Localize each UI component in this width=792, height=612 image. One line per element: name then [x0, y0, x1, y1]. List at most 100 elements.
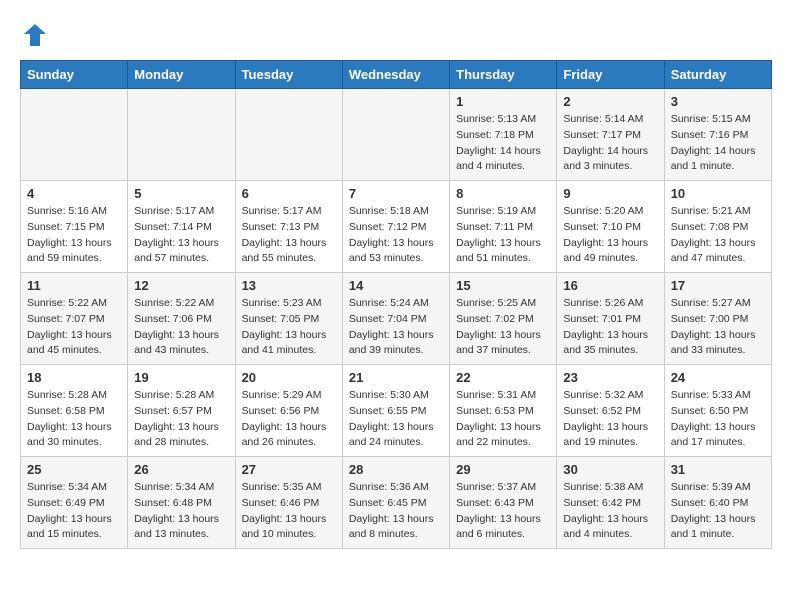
- calendar-cell: 17 Sunrise: 5:27 AM Sunset: 7:00 PM Dayli…: [664, 273, 771, 365]
- day-info: Sunrise: 5:29 AM Sunset: 6:56 PM Dayligh…: [242, 388, 336, 451]
- day-info: Sunrise: 5:32 AM Sunset: 6:52 PM Dayligh…: [563, 388, 657, 451]
- calendar-cell: 6Sunrise: 5:17 AM Sunset: 7:13 PM Daylig…: [235, 181, 342, 273]
- day-info: Sunrise: 5:22 AM Sunset: 7:06 PM Dayligh…: [134, 296, 228, 359]
- calendar-cell: 30 Sunrise: 5:38 AM Sunset: 6:42 PM Dayli…: [557, 457, 664, 549]
- page-header: [20, 20, 772, 50]
- calendar-cell: [128, 89, 235, 181]
- calendar-cell: [235, 89, 342, 181]
- day-number: 4: [27, 186, 121, 201]
- day-info: Sunrise: 5:19 AM Sunset: 7:11 PM Dayligh…: [456, 204, 550, 267]
- day-number: 12: [134, 278, 228, 293]
- calendar-cell: 5 Sunrise: 5:17 AM Sunset: 7:14 PM Daylig…: [128, 181, 235, 273]
- calendar-cell: 4 Sunrise: 5:16 AM Sunset: 7:15 PM Daylig…: [21, 181, 128, 273]
- day-number: 31: [671, 462, 765, 477]
- day-number: 18: [27, 370, 121, 385]
- day-info: Sunrise: 5:25 AM Sunset: 7:02 PM Dayligh…: [456, 296, 550, 359]
- day-info: Sunrise: 5:20 AM Sunset: 7:10 PM Dayligh…: [563, 204, 657, 267]
- header-thursday: Thursday: [450, 61, 557, 89]
- day-number: 29: [456, 462, 550, 477]
- day-number: 17: [671, 278, 765, 293]
- day-number: 22: [456, 370, 550, 385]
- day-number: 2: [563, 94, 657, 109]
- day-info: Sunrise: 5:31 AM Sunset: 6:53 PM Dayligh…: [456, 388, 550, 451]
- day-number: 6: [242, 186, 336, 201]
- day-number: 1: [456, 94, 550, 109]
- calendar-cell: 26 Sunrise: 5:34 AM Sunset: 6:48 PM Dayli…: [128, 457, 235, 549]
- header-saturday: Saturday: [664, 61, 771, 89]
- calendar-cell: 10 Sunrise: 5:21 AM Sunset: 7:08 PM Dayli…: [664, 181, 771, 273]
- day-number: 21: [349, 370, 443, 385]
- day-info: Sunrise: 5:33 AM Sunset: 6:50 PM Dayligh…: [671, 388, 765, 451]
- day-number: 7: [349, 186, 443, 201]
- day-info: Sunrise: 5:17 AM Sunset: 7:14 PM Dayligh…: [134, 204, 228, 267]
- day-number: 14: [349, 278, 443, 293]
- calendar-cell: 11 Sunrise: 5:22 AM Sunset: 7:07 PM Dayli…: [21, 273, 128, 365]
- day-number: 26: [134, 462, 228, 477]
- day-info: Sunrise: 5:24 AM Sunset: 7:04 PM Dayligh…: [349, 296, 443, 359]
- day-number: 16: [563, 278, 657, 293]
- day-info: Sunrise: 5:37 AM Sunset: 6:43 PM Dayligh…: [456, 480, 550, 543]
- calendar-cell: 16Sunrise: 5:26 AM Sunset: 7:01 PM Dayli…: [557, 273, 664, 365]
- calendar-cell: [342, 89, 449, 181]
- day-number: 28: [349, 462, 443, 477]
- calendar-cell: 20 Sunrise: 5:29 AM Sunset: 6:56 PM Dayli…: [235, 365, 342, 457]
- day-info: Sunrise: 5:35 AM Sunset: 6:46 PM Dayligh…: [242, 480, 336, 543]
- day-info: Sunrise: 5:23 AM Sunset: 7:05 PM Dayligh…: [242, 296, 336, 359]
- calendar-cell: 27Sunrise: 5:35 AM Sunset: 6:46 PM Dayli…: [235, 457, 342, 549]
- day-info: Sunrise: 5:36 AM Sunset: 6:45 PM Dayligh…: [349, 480, 443, 543]
- day-info: Sunrise: 5:34 AM Sunset: 6:48 PM Dayligh…: [134, 480, 228, 543]
- day-info: Sunrise: 5:16 AM Sunset: 7:15 PM Dayligh…: [27, 204, 121, 267]
- header-friday: Friday: [557, 61, 664, 89]
- day-info: Sunrise: 5:30 AM Sunset: 6:55 PM Dayligh…: [349, 388, 443, 451]
- day-number: 3: [671, 94, 765, 109]
- calendar-cell: 1Sunrise: 5:13 AM Sunset: 7:18 PM Daylig…: [450, 89, 557, 181]
- day-number: 19: [134, 370, 228, 385]
- day-number: 23: [563, 370, 657, 385]
- day-info: Sunrise: 5:22 AM Sunset: 7:07 PM Dayligh…: [27, 296, 121, 359]
- calendar-cell: 8 Sunrise: 5:19 AM Sunset: 7:11 PM Daylig…: [450, 181, 557, 273]
- calendar-cell: 9 Sunrise: 5:20 AM Sunset: 7:10 PM Daylig…: [557, 181, 664, 273]
- day-number: 8: [456, 186, 550, 201]
- calendar-cell: 25 Sunrise: 5:34 AM Sunset: 6:49 PM Dayli…: [21, 457, 128, 549]
- day-number: 13: [242, 278, 336, 293]
- logo-icon: [20, 20, 50, 50]
- day-number: 20: [242, 370, 336, 385]
- calendar-header-row: SundayMondayTuesdayWednesdayThursdayFrid…: [21, 61, 772, 89]
- day-number: 5: [134, 186, 228, 201]
- calendar-cell: 31Sunrise: 5:39 AM Sunset: 6:40 PM Dayli…: [664, 457, 771, 549]
- day-number: 15: [456, 278, 550, 293]
- day-number: 24: [671, 370, 765, 385]
- calendar-cell: 18 Sunrise: 5:28 AM Sunset: 6:58 PM Dayli…: [21, 365, 128, 457]
- week-row-2: 4 Sunrise: 5:16 AM Sunset: 7:15 PM Daylig…: [21, 181, 772, 273]
- calendar-cell: 7 Sunrise: 5:18 AM Sunset: 7:12 PM Daylig…: [342, 181, 449, 273]
- day-info: Sunrise: 5:15 AM Sunset: 7:16 PM Dayligh…: [671, 112, 765, 175]
- day-number: 9: [563, 186, 657, 201]
- day-info: Sunrise: 5:38 AM Sunset: 6:42 PM Dayligh…: [563, 480, 657, 543]
- day-number: 11: [27, 278, 121, 293]
- day-info: Sunrise: 5:28 AM Sunset: 6:57 PM Dayligh…: [134, 388, 228, 451]
- calendar-cell: 2Sunrise: 5:14 AM Sunset: 7:17 PM Daylig…: [557, 89, 664, 181]
- calendar-cell: 15 Sunrise: 5:25 AM Sunset: 7:02 PM Dayli…: [450, 273, 557, 365]
- day-number: 25: [27, 462, 121, 477]
- header-sunday: Sunday: [21, 61, 128, 89]
- calendar-cell: 3 Sunrise: 5:15 AM Sunset: 7:16 PM Daylig…: [664, 89, 771, 181]
- week-row-1: 1Sunrise: 5:13 AM Sunset: 7:18 PM Daylig…: [21, 89, 772, 181]
- calendar-cell: 19 Sunrise: 5:28 AM Sunset: 6:57 PM Dayli…: [128, 365, 235, 457]
- week-row-4: 18 Sunrise: 5:28 AM Sunset: 6:58 PM Dayli…: [21, 365, 772, 457]
- calendar-cell: 12 Sunrise: 5:22 AM Sunset: 7:06 PM Dayli…: [128, 273, 235, 365]
- calendar-cell: 14 Sunrise: 5:24 AM Sunset: 7:04 PM Dayli…: [342, 273, 449, 365]
- calendar-cell: 23 Sunrise: 5:32 AM Sunset: 6:52 PM Dayli…: [557, 365, 664, 457]
- calendar-cell: 13 Sunrise: 5:23 AM Sunset: 7:05 PM Dayli…: [235, 273, 342, 365]
- day-number: 10: [671, 186, 765, 201]
- day-info: Sunrise: 5:21 AM Sunset: 7:08 PM Dayligh…: [671, 204, 765, 267]
- day-number: 30: [563, 462, 657, 477]
- calendar-cell: 24 Sunrise: 5:33 AM Sunset: 6:50 PM Dayli…: [664, 365, 771, 457]
- day-info: Sunrise: 5:28 AM Sunset: 6:58 PM Dayligh…: [27, 388, 121, 451]
- header-wednesday: Wednesday: [342, 61, 449, 89]
- header-monday: Monday: [128, 61, 235, 89]
- day-info: Sunrise: 5:34 AM Sunset: 6:49 PM Dayligh…: [27, 480, 121, 543]
- calendar-cell: 21 Sunrise: 5:30 AM Sunset: 6:55 PM Dayli…: [342, 365, 449, 457]
- day-info: Sunrise: 5:18 AM Sunset: 7:12 PM Dayligh…: [349, 204, 443, 267]
- calendar-table: SundayMondayTuesdayWednesdayThursdayFrid…: [20, 60, 772, 549]
- day-info: Sunrise: 5:27 AM Sunset: 7:00 PM Dayligh…: [671, 296, 765, 359]
